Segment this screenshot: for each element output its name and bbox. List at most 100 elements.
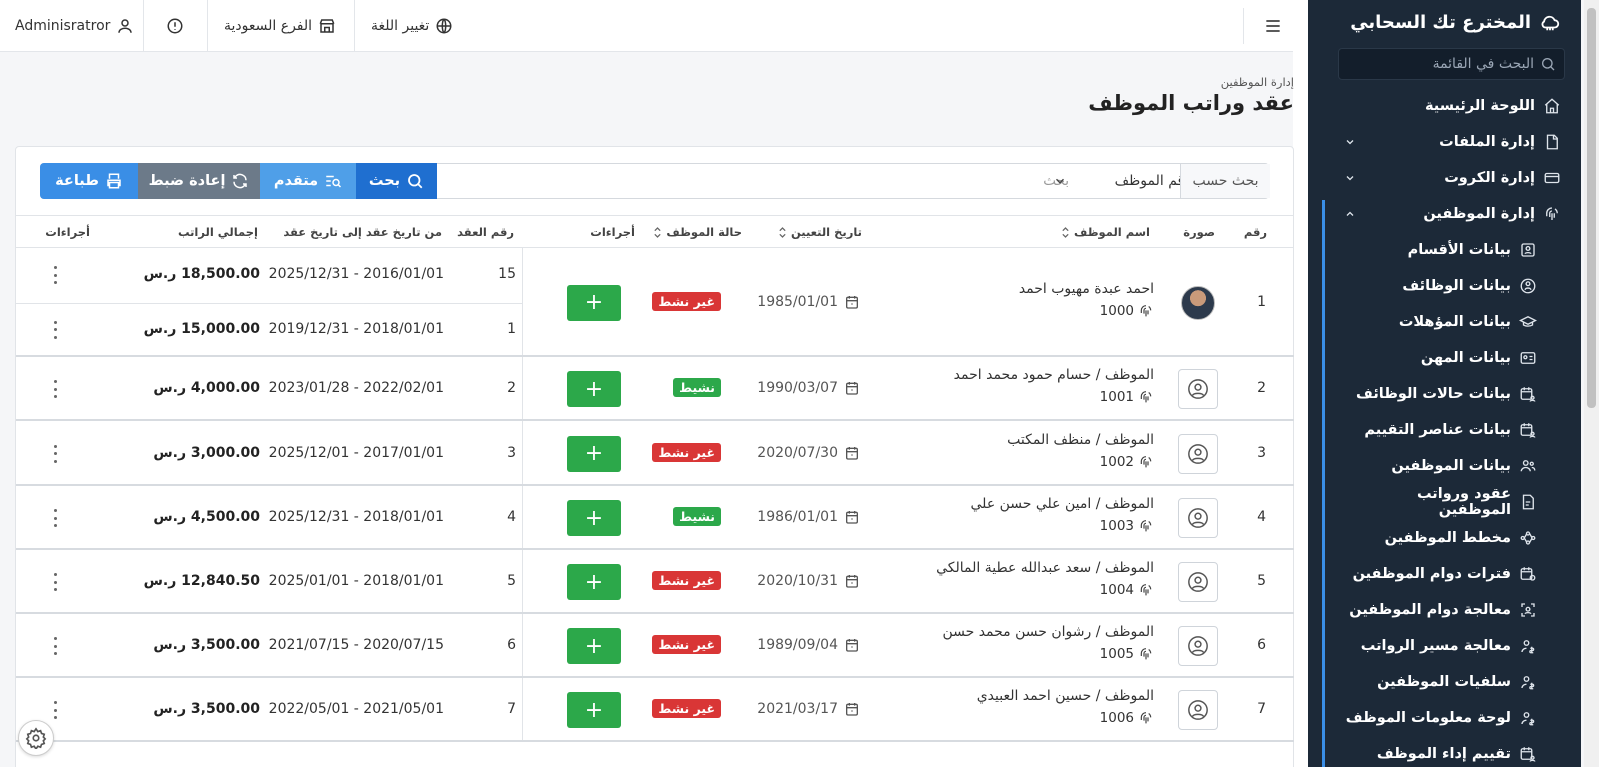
globe-icon — [436, 18, 452, 34]
reset-button[interactable]: إعادة ضبط — [138, 163, 260, 199]
sidebar-item-1[interactable]: إدارة الملفات — [1326, 124, 1581, 160]
print-button[interactable]: طباعة — [40, 163, 138, 199]
add-contract-button[interactable]: + — [567, 564, 621, 600]
reset-button-label: إعادة ضبط — [148, 173, 226, 189]
row-actions-menu[interactable] — [50, 380, 60, 398]
breadcrumb[interactable]: إدارة الموظفين — [1088, 75, 1294, 89]
main-scroll-track[interactable] — [1293, 0, 1308, 767]
sidebar-item-9[interactable]: بيانات عناصر التقييم — [1326, 412, 1581, 448]
user-circle-icon — [1188, 572, 1208, 592]
language-selector[interactable]: تغيير اللغة — [371, 0, 453, 52]
alert-button[interactable] — [166, 0, 184, 52]
settings-float-button[interactable] — [18, 720, 54, 756]
search-field-select[interactable]: رقم الموظف — [1041, 164, 1203, 198]
row-actions-menu[interactable] — [50, 637, 60, 655]
employee-id-value: 1003 — [1099, 518, 1134, 534]
add-contract-button[interactable]: + — [567, 628, 621, 664]
menu-search-input[interactable]: البحث في القائمة — [1338, 48, 1565, 80]
sidebar-item-label: بيانات المهن — [1420, 350, 1511, 366]
employee-name: الموظف / حسام حمود محمد احمد — [953, 367, 1154, 383]
total-salary: 3,500.00 ر.س — [153, 701, 260, 717]
sidebar-item-8[interactable]: بيانات حالات الوظائف — [1326, 376, 1581, 412]
employee-avatar — [1178, 626, 1218, 666]
row-actions-menu[interactable] — [50, 320, 60, 339]
employee-name: الموظف / حسين احمد العبيدي — [976, 688, 1154, 704]
scrollbar-thumb[interactable] — [1587, 8, 1596, 408]
contract-icon — [1522, 494, 1534, 510]
calendar-user-icon — [1520, 387, 1536, 402]
employee-name: احمد عبدة مهيوب احمد — [1018, 280, 1154, 297]
row-actions-menu[interactable] — [50, 266, 60, 285]
row-actions-menu[interactable] — [50, 701, 60, 719]
sidebar-item-5[interactable]: بيانات الوظائف — [1326, 268, 1581, 304]
contract-number: 3 — [507, 444, 516, 461]
add-contract-button[interactable]: + — [567, 284, 621, 321]
contract-number: 6 — [507, 637, 516, 653]
total-salary: 4,000.00 ر.س — [153, 380, 260, 396]
add-contract-button[interactable]: + — [567, 435, 621, 472]
topbar-divider — [143, 0, 144, 52]
search-button[interactable]: بحث — [356, 163, 437, 199]
employee-id: 1006 — [1100, 710, 1154, 726]
row-actions-menu[interactable] — [50, 444, 60, 463]
contract-number: 15 — [498, 266, 516, 283]
sidebar-scrollbar[interactable] — [1584, 0, 1599, 767]
total-salary: 4,500.00 ر.س — [153, 509, 260, 525]
status-badge: غير نشط — [652, 291, 721, 311]
employee-id: 1000 — [1100, 303, 1154, 319]
header-num[interactable]: رقم — [1244, 225, 1267, 239]
row-actions-menu[interactable] — [50, 573, 60, 591]
card-icon — [1544, 172, 1560, 184]
language-label: تغيير اللغة — [371, 18, 430, 34]
sidebar-item-10[interactable]: بيانات الموظفين — [1326, 448, 1581, 484]
total-salary: 12,840.50 ر.س — [143, 573, 260, 589]
hire-date: 1986/01/01 — [757, 509, 860, 525]
add-contract-button[interactable]: + — [567, 692, 621, 728]
hire-date-value: 1990/03/07 — [757, 380, 838, 396]
graduation-icon — [1519, 315, 1537, 327]
add-contract-button[interactable]: + — [567, 500, 621, 536]
total-salary: 15,000.00 ر.س — [143, 320, 260, 337]
sidebar-item-13[interactable]: فترات دوام الموظفين — [1326, 556, 1581, 592]
alert-icon — [167, 18, 183, 34]
row-number: 2 — [1257, 380, 1266, 396]
sidebar-item-label: تقييم إداء الموظف — [1376, 746, 1511, 762]
user-menu[interactable]: Adminisratror — [15, 0, 134, 52]
sidebar-item-3[interactable]: إدارة الموظفين — [1326, 196, 1581, 232]
sidebar-item-17[interactable]: لوحة معلومات الموظف — [1326, 700, 1581, 736]
row-actions-menu[interactable] — [50, 509, 60, 527]
header-status[interactable]: حالة الموظف — [653, 225, 742, 239]
department-icon — [1521, 243, 1535, 257]
add-contract-button[interactable]: + — [567, 371, 621, 407]
sidebar: المخترع تك السحابي البحث في القائمة اللو… — [1326, 0, 1581, 767]
header-name[interactable]: اسم الموظف — [1061, 225, 1150, 239]
hire-date-value: 2020/10/31 — [757, 573, 838, 589]
sidebar-item-14[interactable]: معالجة دوام الموظفين — [1326, 592, 1581, 628]
table-row: 1 احمد عبدة مهيوب احمد 1000 1985/01/01 غير ن… — [16, 248, 1294, 357]
advanced-search-button[interactable]: متقدم — [260, 163, 356, 199]
app-brand[interactable]: المخترع تك السحابي — [1326, 0, 1581, 44]
sidebar-item-11[interactable]: عقود ورواتب الموظفين — [1326, 484, 1581, 520]
status-badge: نشيط — [673, 507, 721, 526]
contract-number: 5 — [507, 573, 516, 589]
sidebar-item-label: إدارة الملفات — [1439, 134, 1535, 150]
sidebar-item-0[interactable]: اللوحة الرئيسية — [1326, 88, 1581, 124]
column-divider — [522, 421, 523, 484]
employee-avatar — [1178, 498, 1218, 538]
sort-icon — [779, 226, 786, 238]
header-hire-date[interactable]: تاريخ التعيين — [778, 225, 862, 239]
employee-id-value: 1002 — [1099, 453, 1134, 470]
sidebar-item-12[interactable]: مخطط الموظفين — [1326, 520, 1581, 556]
branch-selector[interactable]: الفرع السعودية — [224, 0, 336, 52]
sidebar-item-4[interactable]: بيانات الأقسام — [1326, 232, 1581, 268]
sidebar-item-18[interactable]: تقييم إداء الموظف — [1326, 736, 1581, 767]
print-button-label: طباعة — [55, 173, 99, 189]
sidebar-item-15[interactable]: معالجة مسير الرواتب — [1326, 628, 1581, 664]
calendar-user-icon — [1520, 747, 1536, 762]
job-icon — [1520, 278, 1536, 294]
sidebar-item-16[interactable]: سلفيات الموظفين — [1326, 664, 1581, 700]
sidebar-item-2[interactable]: إدارة الكروت — [1326, 160, 1581, 196]
sidebar-item-7[interactable]: بيانات المهن — [1326, 340, 1581, 376]
sidebar-item-6[interactable]: بيانات المؤهلات — [1326, 304, 1581, 340]
search-icon — [408, 174, 423, 189]
